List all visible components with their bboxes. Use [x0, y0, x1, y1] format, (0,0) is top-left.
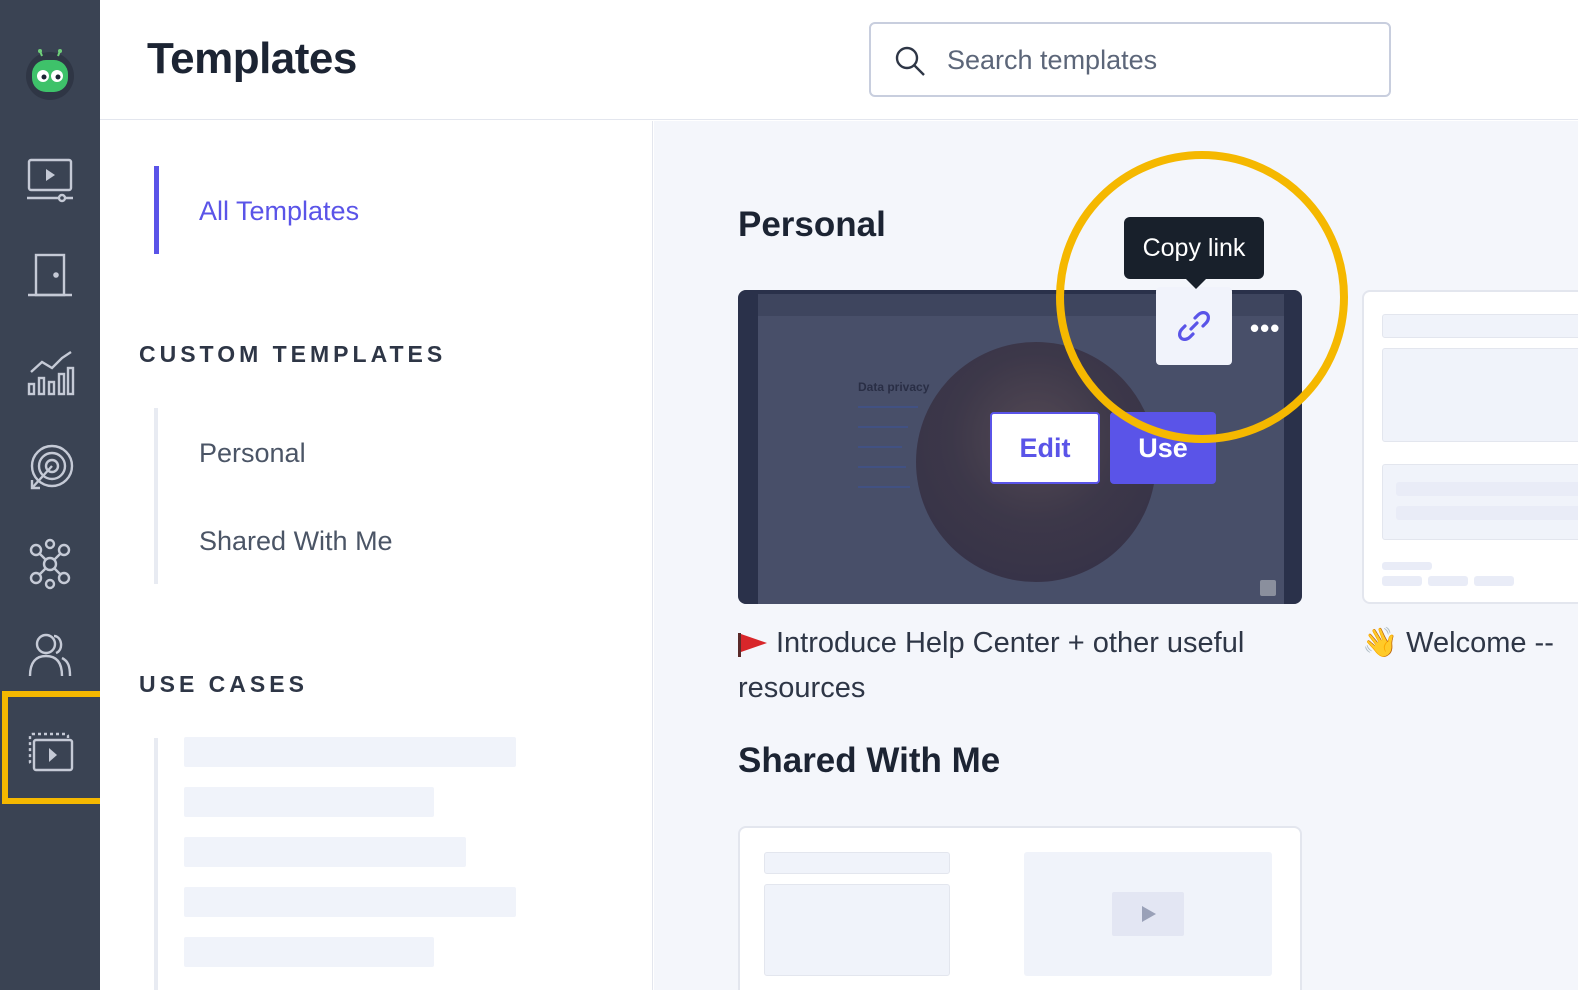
loading-skeleton	[1474, 576, 1514, 586]
loading-skeleton	[1382, 562, 1432, 570]
loading-skeleton	[184, 887, 516, 917]
flag-icon	[738, 633, 768, 658]
edit-button[interactable]: Edit	[990, 412, 1100, 484]
active-indicator	[154, 166, 159, 254]
sidebar-item-shared-with-me[interactable]: Shared With Me	[199, 526, 393, 557]
loading-skeleton	[1382, 464, 1578, 540]
tree-line	[154, 408, 158, 584]
loading-skeleton	[1396, 506, 1578, 520]
shared-with-me-heading: Shared With Me	[738, 741, 1001, 780]
template-card-title[interactable]: 👋 Welcome --	[1362, 621, 1578, 666]
template-card-thumbnail[interactable]	[738, 826, 1302, 990]
thumbnail-corner-icon	[1260, 580, 1276, 596]
loading-skeleton	[1382, 348, 1578, 442]
custom-templates-heading: CUSTOM TEMPLATES	[139, 341, 447, 367]
top-header: Templates	[100, 0, 1578, 120]
network-hub-icon[interactable]	[20, 534, 80, 594]
play-icon	[1112, 892, 1184, 936]
search-box[interactable]	[869, 22, 1391, 97]
analytics-chart-icon[interactable]	[20, 342, 80, 402]
tree-line	[154, 738, 158, 990]
page-title: Templates	[147, 34, 357, 83]
loading-skeleton	[184, 837, 466, 867]
template-card-thumbnail[interactable]	[1362, 290, 1578, 604]
search-input[interactable]	[947, 42, 1367, 78]
loading-skeleton	[764, 852, 950, 874]
robot-logo-icon[interactable]	[20, 44, 80, 104]
target-icon[interactable]	[20, 438, 80, 498]
people-icon[interactable]	[20, 624, 80, 684]
loading-skeleton	[1382, 576, 1422, 586]
loading-skeleton	[184, 737, 516, 767]
annotation-highlight-circle	[1056, 151, 1348, 443]
loading-skeleton	[1382, 314, 1578, 338]
search-icon	[895, 46, 925, 76]
waving-hand-icon: 👋	[1362, 627, 1399, 659]
sidebar-item-personal[interactable]: Personal	[199, 438, 306, 469]
loading-skeleton	[184, 787, 434, 817]
video-screen-icon[interactable]	[20, 150, 80, 210]
use-cases-heading: USE CASES	[139, 671, 308, 697]
loading-skeleton	[1396, 482, 1578, 496]
personal-heading: Personal	[738, 205, 886, 244]
template-card-title[interactable]: Introduce Help Center + other useful res…	[738, 621, 1318, 711]
sidebar-item-all-templates[interactable]: All Templates	[199, 196, 359, 227]
door-icon[interactable]	[20, 246, 80, 306]
templates-main: Personal Data privacy ••• Edit Use Copy …	[654, 121, 1578, 990]
loading-skeleton	[1428, 576, 1468, 586]
loading-skeleton	[764, 884, 950, 976]
templates-sidebar: All Templates CUSTOM TEMPLATES Personal …	[100, 121, 653, 990]
loading-skeleton	[184, 937, 434, 967]
annotation-highlight-box	[2, 691, 116, 804]
app-rail	[0, 0, 100, 990]
